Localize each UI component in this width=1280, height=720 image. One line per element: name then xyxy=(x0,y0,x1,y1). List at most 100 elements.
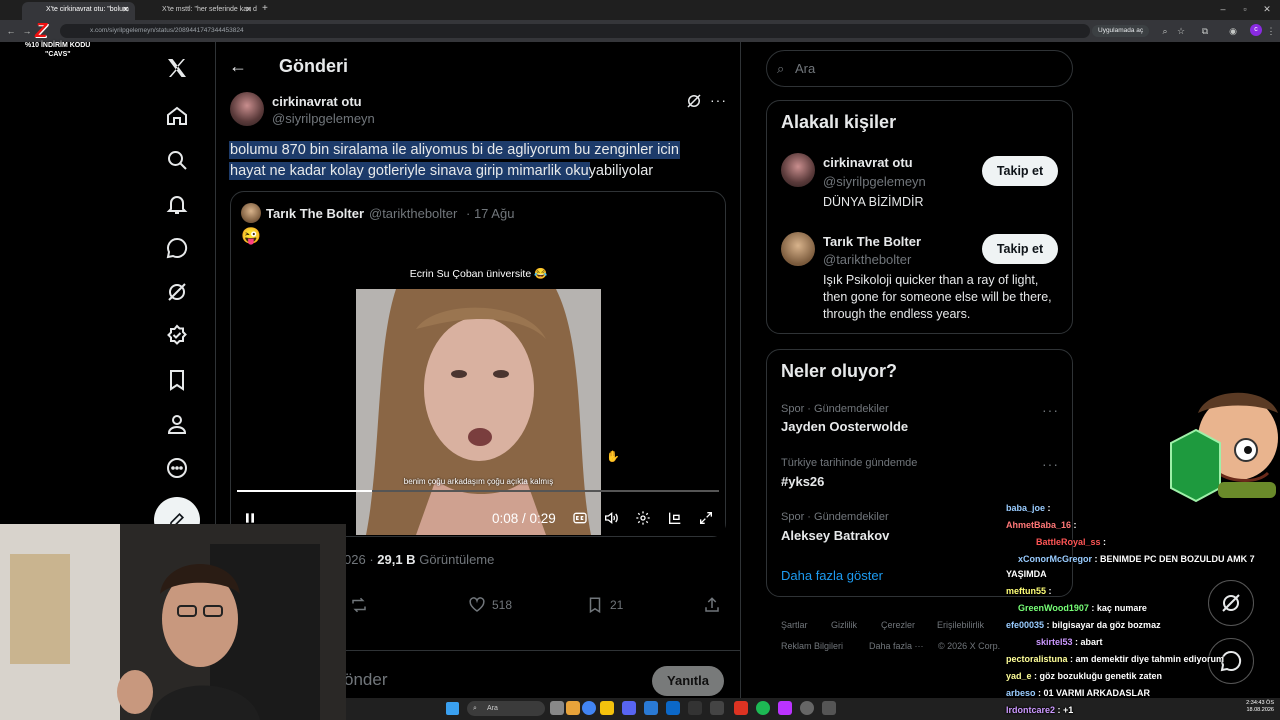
avatar[interactable]: c xyxy=(1250,24,1262,36)
close-tab-icon[interactable]: ✕ xyxy=(122,2,129,18)
bookmarks-icon[interactable] xyxy=(158,361,196,399)
chat-message: yad_e : göz bozukluğu genetik zaten xyxy=(1006,671,1163,681)
taskbar-app-icon[interactable] xyxy=(822,701,836,715)
follow-button[interactable]: Takip et xyxy=(982,234,1058,264)
search-icon[interactable] xyxy=(158,141,196,179)
taskbar-app-icon[interactable] xyxy=(688,701,702,715)
trend-more-icon[interactable]: ··· xyxy=(1042,402,1059,418)
taskbar-date: 18.08.2026 xyxy=(1246,707,1274,713)
show-more-link[interactable]: Daha fazla göster xyxy=(781,568,883,583)
taskbar-search-label: Ara xyxy=(487,705,498,712)
url-bar[interactable]: x.com/siyrilpgelemeyn/status/20894417473… xyxy=(60,24,1090,38)
person-handle[interactable]: @tarikthebolter xyxy=(823,252,911,267)
avatar[interactable] xyxy=(230,92,264,126)
spotify-icon[interactable] xyxy=(756,701,770,715)
new-tab-button[interactable]: + xyxy=(262,3,268,14)
share-button[interactable] xyxy=(703,595,721,615)
bookmark-star-icon[interactable]: ☆ xyxy=(1174,24,1188,38)
follow-button[interactable]: Takip et xyxy=(982,156,1058,186)
avatar[interactable] xyxy=(781,153,815,187)
promo-code: "CAVS" xyxy=(45,51,71,58)
back-arrow-icon[interactable]: ← xyxy=(229,56,247,77)
chat-message: YAŞIMDA xyxy=(1006,569,1047,579)
taskbar-clock[interactable]: 2:34:43 ÖS 18.08.2026 xyxy=(1238,700,1274,714)
edge-icon[interactable] xyxy=(666,701,680,715)
minimize-button[interactable]: – xyxy=(1214,4,1232,16)
repost-button[interactable] xyxy=(350,595,368,615)
chat-text: +1 xyxy=(1063,705,1074,715)
footer-link[interactable]: Şartlar xyxy=(781,620,808,630)
taskbar-search[interactable]: ⌕ Ara xyxy=(467,701,545,716)
open-in-app-button[interactable]: Uygulamada aç xyxy=(1092,25,1150,37)
volume-icon[interactable] xyxy=(603,509,619,527)
footer-link[interactable]: Reklam Bilgileri xyxy=(781,641,843,651)
author-handle[interactable]: @siyrilpgelemeyn xyxy=(272,111,375,126)
footer-link[interactable]: Erişilebilirlik xyxy=(937,620,984,630)
chat-message: xConorMcGregor : BENIMDE PC DEN BOZULDU … xyxy=(1006,554,1255,564)
chat-text: kaç numare xyxy=(1096,603,1147,613)
footer-link[interactable]: Gizlilik xyxy=(831,620,857,630)
search-input[interactable]: ⌕ Ara xyxy=(766,50,1073,87)
zoom-icon[interactable]: ⌕ xyxy=(1158,24,1172,38)
extensions-icon[interactable]: ⧉ xyxy=(1198,24,1212,38)
taskbar-app-icon[interactable] xyxy=(778,701,792,715)
maximize-button[interactable]: ▫ xyxy=(1236,4,1254,16)
captions-icon[interactable] xyxy=(572,509,588,527)
close-window-button[interactable]: ✕ xyxy=(1258,4,1276,16)
author-name[interactable]: cirkinavrat otu xyxy=(272,94,362,109)
start-icon[interactable] xyxy=(446,702,459,715)
trend-more-icon[interactable]: ··· xyxy=(1042,456,1059,472)
notifications-bell-icon[interactable] xyxy=(158,185,196,223)
close-tab-icon[interactable]: ✕ xyxy=(245,2,252,18)
avatar[interactable] xyxy=(781,232,815,266)
taskbar-app-icon[interactable] xyxy=(710,701,724,715)
footer-link[interactable]: Çerezler xyxy=(881,620,915,630)
footer-link[interactable]: Daha fazla ··· xyxy=(869,641,924,651)
avatar[interactable] xyxy=(241,203,261,223)
reply-input[interactable]: önder xyxy=(344,670,387,690)
chat-user: baba_joe xyxy=(1006,503,1046,513)
messages-icon[interactable] xyxy=(158,229,196,267)
quote-author-name[interactable]: Tarık The Bolter xyxy=(266,206,364,221)
trend-item[interactable]: Aleksey Batrakov xyxy=(781,528,889,543)
bookmark-icon xyxy=(589,597,601,614)
verified-icon[interactable] xyxy=(158,317,196,355)
settings-gear-icon[interactable] xyxy=(635,509,651,527)
person-name[interactable]: cirkinavrat otu xyxy=(823,155,913,170)
discord-icon[interactable] xyxy=(622,701,636,715)
grok-explain-icon[interactable] xyxy=(685,92,703,110)
post-text-line1: bolumu 870 bin siralama ile aliyomus bi … xyxy=(230,142,679,158)
dock-video-icon[interactable] xyxy=(667,509,683,527)
bookmark-button[interactable]: 21 xyxy=(586,595,623,615)
home-icon[interactable] xyxy=(158,97,196,135)
grok-icon[interactable] xyxy=(158,273,196,311)
taskbar-app-icon[interactable] xyxy=(734,701,748,715)
taskbar-app-icon[interactable] xyxy=(550,701,564,715)
chrome-icon[interactable] xyxy=(582,701,596,715)
grok-float-button[interactable] xyxy=(1208,580,1254,626)
taskbar-app-icon[interactable] xyxy=(644,701,658,715)
back-nav-icon[interactable]: ← xyxy=(4,24,18,38)
like-button[interactable]: 518 xyxy=(468,595,512,615)
menu-icon[interactable]: ⋮ xyxy=(1264,24,1278,38)
reply-button[interactable]: Yanıtla xyxy=(652,666,724,696)
obs-icon[interactable] xyxy=(800,701,814,715)
profile-icon[interactable] xyxy=(158,405,196,443)
person-handle[interactable]: @siyrilpgelemeyn xyxy=(823,174,926,189)
x-logo-icon[interactable] xyxy=(158,49,196,87)
trend-item[interactable]: #yks26 xyxy=(781,474,824,489)
chat-text: 01 VARMI ARKADASLAR xyxy=(1043,688,1151,698)
browser-tab[interactable]: X'te msttl: "her seferinde kan d ✕ xyxy=(138,2,258,20)
more-options-icon[interactable] xyxy=(158,449,196,487)
taskbar-app-icon[interactable] xyxy=(566,701,580,715)
post-text-line2-rest: yabiliyolar xyxy=(588,163,654,179)
person-name[interactable]: Tarık The Bolter xyxy=(823,234,921,249)
post-more-icon[interactable]: ··· xyxy=(710,92,727,108)
folder-icon[interactable] xyxy=(600,701,614,715)
trend-item[interactable]: Jayden Oosterwolde xyxy=(781,419,908,434)
browser-tab-active[interactable]: X'te cirkinavrat otu: "bolum ✕ xyxy=(22,2,135,20)
fullscreen-icon[interactable] xyxy=(698,509,714,527)
trend-meta: Spor · Gündemdekiler xyxy=(781,403,889,415)
profile-icon[interactable]: ◉ xyxy=(1226,24,1240,38)
quote-author-handle[interactable]: @tarikthebolter xyxy=(369,206,457,221)
